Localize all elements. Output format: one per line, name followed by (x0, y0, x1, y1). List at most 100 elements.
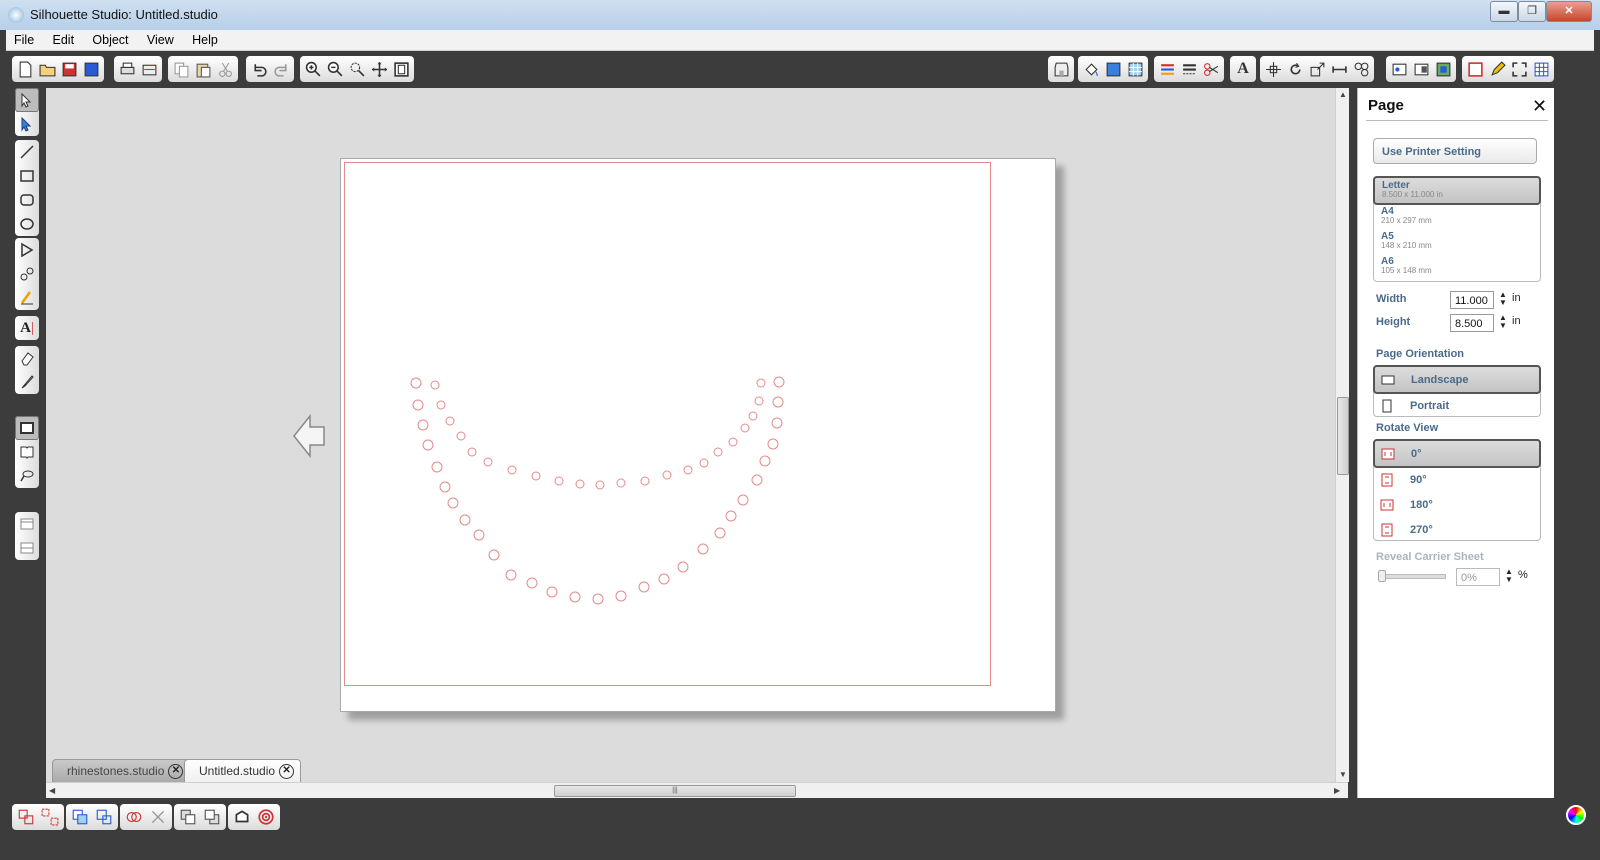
align-icon[interactable] (1262, 58, 1284, 80)
point-edit-icon[interactable] (15, 112, 39, 136)
menu-edit[interactable]: Edit (45, 30, 82, 47)
print-and-cut-icon[interactable] (138, 58, 160, 80)
orientation-portrait[interactable]: Portrait (1374, 393, 1540, 418)
curve-tool-icon[interactable] (15, 262, 39, 286)
vertical-scroll-thumb[interactable] (1337, 397, 1349, 475)
rotate-270[interactable]: 270° (1374, 517, 1540, 542)
scroll-up-icon[interactable]: ▲ (1339, 90, 1347, 99)
library-book-icon[interactable] (15, 440, 39, 464)
rotate-180[interactable]: 180° (1374, 492, 1540, 517)
save-to-library-icon[interactable] (80, 58, 102, 80)
single-view-icon[interactable] (15, 512, 39, 536)
open-folder-icon[interactable] (36, 58, 58, 80)
weld-icon[interactable] (122, 806, 146, 828)
reveal-slider-knob[interactable] (1378, 570, 1386, 582)
page-sheet[interactable] (340, 158, 1056, 712)
delete-x-icon[interactable] (146, 806, 170, 828)
fill-pattern-icon[interactable] (1124, 58, 1146, 80)
rotate-0[interactable]: 0° (1373, 439, 1541, 468)
page-setup-icon[interactable] (1388, 58, 1410, 80)
make-compound-path-icon[interactable] (68, 806, 92, 828)
ellipse-tool-icon[interactable] (15, 212, 39, 236)
fit-to-page-icon[interactable] (390, 58, 412, 80)
trace-target-icon[interactable] (254, 806, 278, 828)
send-to-silhouette-icon[interactable] (1432, 58, 1454, 80)
rhinestone-design[interactable] (341, 159, 1055, 711)
offset-icon[interactable] (230, 806, 254, 828)
print-icon[interactable] (116, 58, 138, 80)
grid-icon[interactable] (1530, 58, 1552, 80)
rotate-icon[interactable] (1284, 58, 1306, 80)
minimize-button[interactable]: ▬ (1490, 1, 1518, 22)
release-compound-path-icon[interactable] (92, 806, 116, 828)
cut-settings-panel-icon[interactable] (1410, 58, 1432, 80)
group-icon[interactable] (14, 806, 38, 828)
zoom-in-icon[interactable] (302, 58, 324, 80)
reveal-stepper-icon[interactable]: ▲ ▼ (1505, 568, 1513, 584)
replicate-icon[interactable] (1350, 58, 1372, 80)
width-field[interactable]: 11.000 (1450, 291, 1494, 309)
tab-untitled-studio[interactable]: Untitled.studio ✕ (184, 759, 302, 782)
design-canvas[interactable] (46, 88, 1348, 782)
reveal-percent-field[interactable]: 0% (1456, 568, 1500, 586)
tab-rhinestones-studio[interactable]: rhinestones.studio ✕ (52, 759, 191, 782)
zoom-selected-icon[interactable] (346, 58, 368, 80)
scroll-down-icon[interactable]: ▼ (1339, 770, 1347, 779)
menu-view[interactable]: View (139, 30, 181, 47)
close-tab-icon[interactable]: ✕ (168, 763, 184, 779)
scroll-right-icon[interactable]: ▶ (1334, 786, 1340, 795)
horizontal-scroll-thumb[interactable]: ||| (554, 785, 796, 797)
polygon-tool-icon[interactable] (15, 238, 39, 262)
fullscreen-icon[interactable] (1508, 58, 1530, 80)
line-tool-icon[interactable] (15, 140, 39, 164)
previous-page-arrow-icon[interactable] (292, 414, 326, 458)
eraser-icon[interactable] (15, 346, 39, 370)
select-arrow-icon[interactable] (15, 88, 39, 112)
split-view-icon[interactable] (15, 536, 39, 560)
width-stepper-icon[interactable]: ▲ ▼ (1499, 291, 1507, 307)
rotate-90[interactable]: 90° (1374, 467, 1540, 492)
scroll-left-icon[interactable]: ◀ (49, 786, 55, 795)
orientation-landscape[interactable]: Landscape (1373, 365, 1541, 394)
height-field[interactable]: 8.500 (1450, 314, 1494, 332)
menu-file[interactable]: File (6, 30, 41, 47)
sketch-pen-icon[interactable] (1486, 58, 1508, 80)
cut-settings-icon[interactable] (1200, 58, 1222, 80)
send-to-back-icon[interactable] (200, 806, 224, 828)
rectangle-tool-icon[interactable] (15, 164, 39, 188)
cut-scissors-icon[interactable] (214, 58, 236, 80)
reveal-slider-track[interactable] (1380, 574, 1446, 579)
rounded-rectangle-tool-icon[interactable] (15, 188, 39, 212)
text-tool-icon[interactable]: A | (15, 316, 39, 340)
text-style-icon[interactable]: A (1232, 58, 1254, 80)
line-color-icon[interactable] (1156, 58, 1178, 80)
freehand-pencil-icon[interactable] (15, 286, 39, 310)
menu-object[interactable]: Object (84, 30, 135, 47)
copy-icon[interactable] (170, 58, 192, 80)
new-document-icon[interactable] (14, 58, 36, 80)
knife-icon[interactable] (15, 370, 39, 394)
undo-icon[interactable] (248, 58, 270, 80)
height-stepper-icon[interactable]: ▲ ▼ (1499, 314, 1507, 330)
use-printer-setting-button[interactable]: Use Printer Setting (1373, 138, 1537, 164)
page-size-a5[interactable]: A5 148 x 210 mm (1374, 229, 1540, 254)
registration-marks-icon[interactable] (1464, 58, 1486, 80)
close-window-button[interactable]: ✕ (1546, 1, 1592, 22)
fill-color-icon[interactable] (1102, 58, 1124, 80)
zoom-out-icon[interactable] (324, 58, 346, 80)
pan-hand-icon[interactable] (368, 58, 390, 80)
move-icon[interactable] (1328, 58, 1350, 80)
paste-icon[interactable] (192, 58, 214, 80)
fill-bucket-icon[interactable] (1080, 58, 1102, 80)
page-size-a6[interactable]: A6 105 x 148 mm (1374, 254, 1540, 279)
close-tab-icon[interactable]: ✕ (279, 763, 295, 779)
horizontal-scrollbar[interactable]: ◀ ||| ▶ (46, 782, 1348, 798)
color-wheel-icon[interactable] (1566, 805, 1586, 825)
store-icon[interactable] (1050, 58, 1072, 80)
line-style-icon[interactable] (1178, 58, 1200, 80)
scale-icon[interactable] (1306, 58, 1328, 80)
close-panel-icon[interactable]: ✕ (1532, 96, 1547, 117)
page-size-letter[interactable]: Letter 8.500 x 11.000 in (1373, 176, 1541, 205)
save-icon[interactable] (58, 58, 80, 80)
maximize-button[interactable]: ❐ (1518, 1, 1546, 22)
